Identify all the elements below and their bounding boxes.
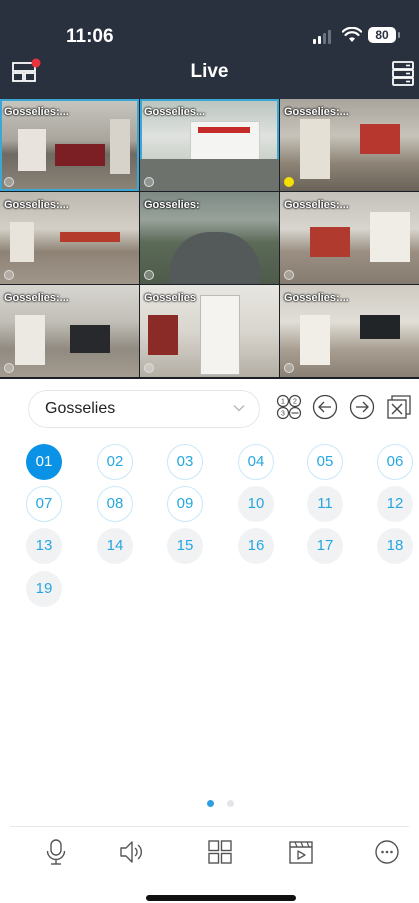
close-all-icon[interactable] bbox=[386, 394, 412, 420]
channel-button[interactable]: 16 bbox=[238, 528, 274, 564]
camera-tile[interactable]: Gosselies:... bbox=[0, 285, 139, 377]
camera-status-dot bbox=[144, 270, 154, 280]
svg-text:2: 2 bbox=[293, 399, 297, 406]
channel-button[interactable]: 14 bbox=[97, 528, 133, 564]
channel-button[interactable]: 15 bbox=[167, 528, 203, 564]
battery-indicator: 80 bbox=[368, 27, 400, 43]
channel-button[interactable]: 03 bbox=[167, 444, 203, 480]
camera-label: Gosselies: bbox=[144, 199, 200, 211]
group-dropdown[interactable]: Gosselies bbox=[28, 390, 260, 428]
camera-label: Gosselies:... bbox=[284, 199, 349, 211]
camera-status-dot bbox=[284, 363, 294, 373]
camera-status-dot bbox=[4, 363, 14, 373]
more-icon[interactable] bbox=[374, 838, 400, 866]
live-view-screen: 11:06 80 Live Gosselies:... Gosselies...… bbox=[0, 0, 419, 903]
channel-button[interactable]: 13 bbox=[26, 528, 62, 564]
channel-button[interactable]: 12 bbox=[377, 486, 413, 522]
next-arrow-icon[interactable] bbox=[349, 394, 375, 420]
camera-status-dot bbox=[4, 270, 14, 280]
channel-button[interactable]: 06 bbox=[377, 444, 413, 480]
camera-tile[interactable]: Gosselies:... bbox=[280, 192, 419, 284]
page-title: Live bbox=[190, 61, 229, 82]
group-dropdown-value: Gosselies bbox=[45, 400, 116, 417]
channel-button[interactable]: 02 bbox=[97, 444, 133, 480]
microphone-icon[interactable] bbox=[43, 838, 69, 866]
camera-status-dot bbox=[144, 177, 154, 187]
camera-label: Gosselies:... bbox=[284, 292, 349, 304]
home-indicator bbox=[146, 895, 296, 901]
camera-tile[interactable]: Gosselies:... bbox=[0, 99, 139, 191]
camera-label: Gosselies:... bbox=[4, 199, 69, 211]
previous-arrow-icon[interactable] bbox=[312, 394, 338, 420]
wifi-icon bbox=[342, 27, 362, 42]
camera-label: Gosselies:... bbox=[4, 292, 69, 304]
toolbar-divider bbox=[10, 826, 409, 827]
channel-button[interactable]: 07 bbox=[26, 486, 62, 522]
camera-tile[interactable]: Gosselies:... bbox=[0, 192, 139, 284]
channel-button[interactable]: 01 bbox=[26, 444, 62, 480]
chevron-down-icon bbox=[233, 405, 245, 412]
svg-text:1: 1 bbox=[281, 399, 285, 406]
channel-button[interactable]: 19 bbox=[26, 571, 62, 607]
channel-number-icon[interactable]: 1 2 3 bbox=[276, 394, 302, 420]
camera-label: Gosselies:... bbox=[284, 106, 349, 118]
camera-tile[interactable]: Gosselies... bbox=[140, 99, 279, 191]
header: 11:06 80 Live bbox=[0, 0, 419, 99]
channel-button[interactable]: 05 bbox=[307, 444, 343, 480]
camera-grid: Gosselies:... Gosselies... Gosselies:...… bbox=[0, 99, 419, 379]
camera-label: Gosselies:... bbox=[4, 106, 69, 118]
camera-status-dot bbox=[4, 177, 14, 187]
page-indicator-active[interactable] bbox=[207, 800, 214, 807]
speaker-icon[interactable] bbox=[118, 838, 144, 866]
svg-text:3: 3 bbox=[281, 411, 285, 418]
channel-button[interactable]: 09 bbox=[167, 486, 203, 522]
channel-button[interactable]: 08 bbox=[97, 486, 133, 522]
channel-button[interactable]: 18 bbox=[377, 528, 413, 564]
camera-label: Gosselies bbox=[144, 292, 196, 304]
channel-button[interactable]: 10 bbox=[238, 486, 274, 522]
camera-status-dot bbox=[284, 270, 294, 280]
channel-button[interactable]: 11 bbox=[307, 486, 343, 522]
camera-tile[interactable]: Gosselies:... bbox=[280, 285, 419, 377]
page-indicator[interactable] bbox=[227, 800, 234, 807]
camera-tile[interactable]: Gosselies: bbox=[140, 192, 279, 284]
cellular-signal-icon bbox=[313, 30, 335, 44]
channel-button[interactable]: 04 bbox=[238, 444, 274, 480]
camera-tile[interactable]: Gosselies bbox=[140, 285, 279, 377]
camera-tile[interactable]: Gosselies:... bbox=[280, 99, 419, 191]
playback-icon[interactable] bbox=[288, 838, 314, 866]
camera-label: Gosselies... bbox=[144, 106, 206, 118]
server-icon[interactable] bbox=[391, 60, 415, 86]
camera-status-dot bbox=[144, 363, 154, 373]
grid-layout-icon[interactable] bbox=[207, 838, 233, 866]
camera-status-dot bbox=[284, 177, 294, 187]
channel-button[interactable]: 17 bbox=[307, 528, 343, 564]
status-time: 11:06 bbox=[66, 26, 114, 47]
